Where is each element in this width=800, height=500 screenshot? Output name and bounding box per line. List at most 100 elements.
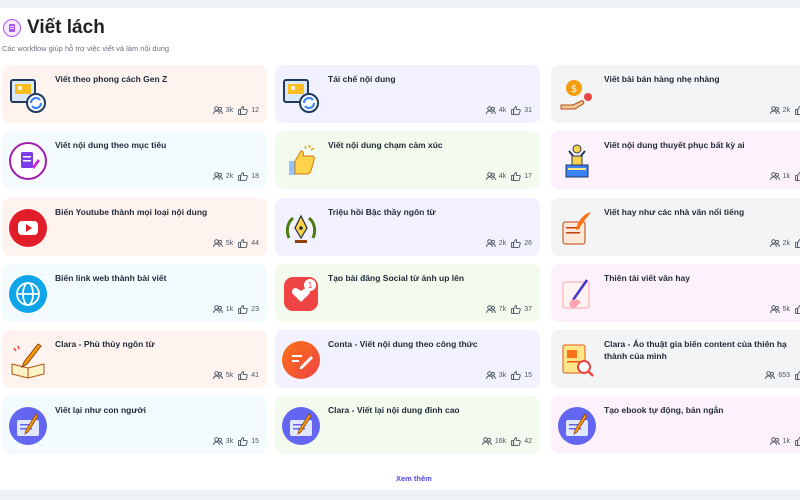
thumbs-up-icon[interactable]	[795, 106, 800, 115]
workflow-card[interactable]: Biến Youtube thành mọi loại nội dung 5k 44	[2, 198, 267, 256]
likes-count: 17	[524, 173, 532, 180]
workflow-card[interactable]: Viết lại như con người 3k 15	[2, 396, 267, 454]
workflow-card-title: Conta - Viết nội dung theo công thức	[328, 339, 478, 349]
thumbs-up-icon[interactable]	[795, 371, 800, 380]
workflow-card[interactable]: Triệu hồi Bậc thầy ngôn từ 2k 26	[275, 198, 540, 256]
workflow-card-title: Tạo ebook tự động, bản ngắn	[604, 405, 724, 415]
hand-writing-icon	[557, 274, 597, 314]
notebook-pen-icon	[557, 406, 597, 446]
workflow-card[interactable]: Viết hay như các nhà văn nổi tiếng 2k	[551, 198, 800, 256]
workflow-card-title: Clara - Ảo thuật gia biến content của th…	[604, 339, 787, 361]
users-icon	[769, 172, 780, 181]
workflow-card-stats: 3k 15	[485, 371, 532, 380]
thumbs-up-icon[interactable]	[238, 437, 248, 446]
thumbs-up-icon[interactable]	[238, 106, 248, 115]
workflow-card-title: Thiên tài viết văn hay	[604, 273, 690, 283]
workflow-card-stats: 2k	[769, 106, 800, 115]
workflow-card[interactable]: Clara - Ảo thuật gia biến content của th…	[551, 330, 800, 388]
workflow-card-title: Viết nội dung chạm cảm xúc	[328, 140, 443, 150]
users-count: 653	[778, 372, 790, 379]
workflow-card[interactable]: Tái chế nội dung 4k 31	[275, 65, 540, 123]
users-count: 4k	[498, 173, 507, 180]
likes-stat[interactable]	[795, 172, 800, 181]
workflow-card-stats: 1k 23	[212, 305, 259, 314]
workflow-card-title: Clara - Viết lại nội dung đỉnh cao	[328, 405, 460, 415]
thumbs-up-icon[interactable]	[238, 239, 248, 248]
likes-stat[interactable]: 18	[238, 172, 259, 181]
workflow-card[interactable]: Tạo ebook tự động, bản ngắn 1k	[551, 396, 800, 454]
workflow-card[interactable]: Thiên tài viết văn hay 5k	[551, 264, 800, 322]
likes-stat[interactable]: 42	[511, 437, 532, 446]
workflow-card[interactable]: Clara - Viết lại nội dung đỉnh cao 16k 42	[275, 396, 540, 454]
users-count: 4k	[498, 107, 507, 114]
see-more-link[interactable]: Xem thêm	[396, 474, 432, 483]
thumbs-up-icon[interactable]	[511, 371, 521, 380]
workflow-card[interactable]: $ Viết bài bán hàng nhẹ nhàng 2k	[551, 65, 800, 123]
workflow-card-title: Biến link web thành bài viết	[55, 273, 167, 283]
workflow-card-stats: 5k 41	[212, 371, 259, 380]
document-edit-icon	[8, 141, 48, 181]
thumbs-up-icon[interactable]	[511, 106, 521, 115]
thumbs-up-icon[interactable]	[238, 172, 248, 181]
workflow-card-title: Viết nội dung thuyết phục bất kỳ ai	[604, 140, 745, 150]
workflow-card[interactable]: 1 Tạo bài đăng Social từ ảnh up lên 7k 37	[275, 264, 540, 322]
users-stat: 5k	[212, 371, 233, 380]
users-stat: 5k	[769, 305, 790, 314]
thumbs-up-icon[interactable]	[795, 239, 800, 248]
likes-stat[interactable]: 31	[511, 106, 532, 115]
likes-count: 15	[524, 372, 532, 379]
workflow-card[interactable]: Viết nội dung theo mục tiêu 2k 18	[2, 131, 267, 189]
thumbs-up-icon[interactable]	[795, 437, 800, 446]
thumbs-up-icon[interactable]	[511, 172, 521, 181]
section-header: Viết lách	[3, 17, 105, 39]
likes-stat[interactable]: 15	[238, 437, 259, 446]
users-icon	[485, 239, 496, 248]
likes-count: 44	[251, 240, 259, 247]
users-stat: 1k	[769, 437, 790, 446]
users-count: 2k	[498, 240, 507, 247]
workflow-card[interactable]: Viết nội dung chạm cảm xúc 4k 17	[275, 131, 540, 189]
thumbs-up-icon[interactable]	[238, 371, 248, 380]
likes-stat[interactable]: 44	[238, 239, 259, 248]
likes-stat[interactable]: 17	[511, 172, 532, 181]
workflow-card[interactable]: Viết theo phong cách Gen Z 3k 12	[2, 65, 267, 123]
document-icon	[3, 19, 21, 37]
workflow-card-title: Viết bài bán hàng nhẹ nhàng	[604, 74, 720, 84]
likes-stat[interactable]	[795, 239, 800, 248]
pen-laurel-icon	[281, 208, 321, 248]
thumbs-up-icon[interactable]	[238, 305, 248, 314]
workflow-card[interactable]: Biến link web thành bài viết 1k 23	[2, 264, 267, 322]
likes-stat[interactable]	[795, 305, 800, 314]
workflow-card[interactable]: Clara - Phù thủy ngôn từ 5k 41	[2, 330, 267, 388]
likes-stat[interactable]: 23	[238, 305, 259, 314]
likes-stat[interactable]: 41	[238, 371, 259, 380]
thumbs-up-icon[interactable]	[511, 437, 521, 446]
thumbs-up-icon[interactable]	[511, 305, 521, 314]
users-count: 1k	[225, 306, 234, 313]
thumbs-up-icon	[281, 141, 321, 181]
workflow-card-title: Tái chế nội dung	[328, 74, 396, 84]
likes-stat[interactable]	[795, 371, 800, 380]
users-icon	[769, 437, 780, 446]
likes-stat[interactable]: 37	[511, 305, 532, 314]
likes-stat[interactable]: 15	[511, 371, 532, 380]
users-stat: 4k	[485, 172, 507, 181]
thumbs-up-icon[interactable]	[511, 239, 521, 248]
likes-stat[interactable]	[795, 106, 800, 115]
likes-stat[interactable]: 26	[511, 239, 532, 248]
edit-circle-icon	[281, 340, 321, 380]
thumbs-up-icon[interactable]	[795, 305, 800, 314]
money-hand-icon: $	[557, 75, 597, 115]
likes-stat[interactable]	[795, 437, 800, 446]
likes-stat[interactable]: 12	[238, 106, 259, 115]
users-stat: 2k	[769, 239, 790, 248]
users-count: 2k	[225, 173, 234, 180]
youtube-icon	[8, 208, 48, 248]
workflow-card[interactable]: Conta - Viết nội dung theo công thức 3k 15	[275, 330, 540, 388]
likes-count: 12	[251, 107, 259, 114]
users-stat: 7k	[485, 305, 506, 314]
workflow-card-stats: 653	[765, 371, 800, 380]
workflow-card[interactable]: Viết nội dung thuyết phục bất kỳ ai 1k	[551, 131, 800, 189]
thumbs-up-icon[interactable]	[795, 172, 800, 181]
users-icon	[212, 106, 223, 115]
